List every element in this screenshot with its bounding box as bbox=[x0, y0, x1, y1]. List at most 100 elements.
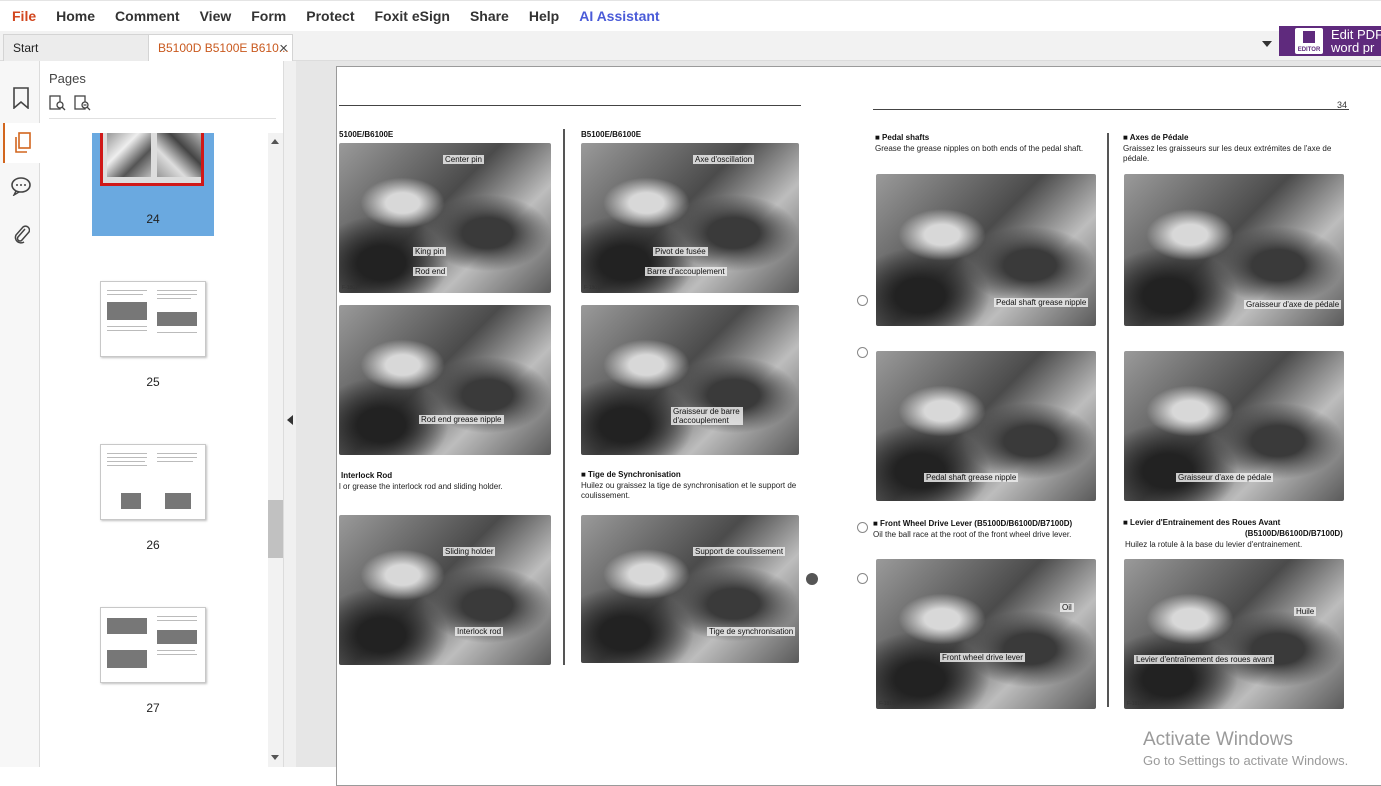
editor-logo-text: EDITOR bbox=[1297, 47, 1321, 53]
photo-pedal-shaft-fr-2: Graisseur d'axe de pédale bbox=[1124, 351, 1344, 501]
menu-form[interactable]: Form bbox=[241, 1, 296, 32]
watermark-subtitle: Go to Settings to activate Windows. bbox=[1143, 753, 1349, 768]
tab-document-label: B5100D B5100E B610... bbox=[158, 41, 289, 55]
menu-home[interactable]: Home bbox=[46, 1, 105, 32]
caption-oil: Oil bbox=[1060, 603, 1074, 612]
bookmark-icon[interactable] bbox=[6, 83, 36, 113]
caption-sliding-holder: Sliding holder bbox=[443, 547, 496, 556]
menu-bar: File Home Comment View Form Protect Foxi… bbox=[0, 0, 1381, 31]
caption-pedal-2: Pedal shaft grease nipple bbox=[924, 473, 1019, 482]
photo-pedal-shaft-fr-1: Graisseur d'axe de pédale bbox=[1124, 174, 1344, 326]
section-heading: 5100E/B6100E bbox=[339, 130, 394, 139]
header-rule bbox=[339, 105, 801, 106]
axes-heading: ■ Axes de Pédale bbox=[1123, 133, 1189, 142]
page-options-icon[interactable] bbox=[49, 95, 66, 111]
axes-body: Graissez les graisseurs sur les deux ext… bbox=[1123, 144, 1332, 163]
photo-fwd-lever-fr: Huile Levier d'entraînement des roues av… bbox=[1124, 559, 1344, 709]
collapse-arrow-icon[interactable] bbox=[287, 415, 293, 425]
menu-file[interactable]: File bbox=[0, 1, 46, 32]
binder-hole bbox=[857, 573, 868, 584]
levier-heading: ■ Levier d'Entrainement des Roues Avant bbox=[1123, 518, 1281, 527]
photo-rod-end-fr: Graisseur de barre d'accouplement bbox=[581, 305, 799, 455]
caption-pedal-1: Pedal shaft grease nipple bbox=[994, 298, 1089, 307]
tab-document[interactable]: B5100D B5100E B610... × bbox=[148, 34, 293, 61]
thumbnail-image bbox=[100, 444, 206, 520]
zoom-thumbnails-icon[interactable] bbox=[74, 95, 91, 111]
caption-huile: Huile bbox=[1294, 607, 1317, 616]
fwd-lever-heading: ■ Front Wheel Drive Lever (B5100D/B6100D… bbox=[873, 519, 1073, 528]
caption-graisseur-1: Graisseur d'axe de pédale bbox=[1244, 300, 1342, 309]
menu-comment[interactable]: Comment bbox=[105, 1, 190, 32]
pages-icon[interactable] bbox=[3, 123, 40, 163]
header-rule bbox=[873, 109, 1349, 110]
close-icon[interactable]: × bbox=[279, 35, 288, 62]
caption-axe-oscillation: Axe d'oscillation bbox=[693, 155, 755, 164]
menu-help[interactable]: Help bbox=[519, 1, 569, 32]
menu-foxit-esign[interactable]: Foxit eSign bbox=[364, 1, 459, 32]
thumbnail-number: 25 bbox=[146, 375, 160, 389]
page-number: 34 bbox=[1337, 100, 1348, 110]
attachment-icon[interactable] bbox=[6, 219, 36, 249]
pedal-body: Grease the grease nipples on both ends o… bbox=[875, 144, 1084, 153]
caption-support: Support de coulissement bbox=[693, 547, 786, 556]
figure-number: F-1816 bbox=[879, 701, 895, 707]
tige-heading: ■ Tige de Synchronisation bbox=[581, 470, 681, 479]
scrollbar-thumb[interactable] bbox=[268, 500, 283, 558]
column-divider bbox=[563, 129, 565, 665]
editor-promo-banner[interactable]: EDITOR Edit PDF word pr bbox=[1279, 26, 1381, 56]
thumbnail-number: 24 bbox=[146, 212, 160, 226]
photo-rod-end: Rod end grease nipple bbox=[339, 305, 551, 455]
column-divider bbox=[1107, 133, 1109, 707]
pedal-heading: ■ Pedal shafts bbox=[875, 133, 930, 142]
menu-share[interactable]: Share bbox=[460, 1, 519, 32]
promo-line-2: word pr bbox=[1331, 40, 1375, 54]
caption-fwd-lever: Front wheel drive lever bbox=[940, 653, 1025, 662]
section-heading: B5100E/B6100E bbox=[581, 130, 642, 139]
interlock-heading: Interlock Rod bbox=[341, 471, 393, 480]
thumbnail-scrollbar[interactable] bbox=[268, 133, 283, 767]
interlock-body: l or grease the interlock rod and slidin… bbox=[339, 482, 503, 491]
tab-start-label: Start bbox=[13, 41, 39, 55]
figure-number: F-1807 bbox=[342, 285, 358, 291]
panel-divider bbox=[49, 118, 276, 119]
thumbnail-number: 27 bbox=[146, 701, 160, 715]
caption-rod-end: Rod end bbox=[413, 267, 448, 276]
levier-heading-models: (B5100D/B6100D/B7100D) bbox=[1245, 529, 1343, 538]
levier-body: Huilez la rotule à la base du levier d'e… bbox=[1125, 540, 1303, 549]
photo-pedal-shaft-1: Pedal shaft grease nipple bbox=[876, 174, 1096, 326]
comments-icon[interactable] bbox=[6, 171, 36, 201]
photo-front-axle-fr: Axe d'oscillation Pivot de fusée Barre d… bbox=[581, 143, 799, 293]
pdf-page: 34 5100E/B6100E B5100E/B6100E Center pin… bbox=[336, 66, 1381, 786]
caption-king-pin: King pin bbox=[413, 247, 446, 256]
tab-list-dropdown-icon[interactable] bbox=[1262, 41, 1272, 47]
panel-collapse-handle[interactable] bbox=[284, 61, 296, 767]
caption-interlock-rod: Interlock rod bbox=[455, 627, 504, 636]
menu-protect[interactable]: Protect bbox=[296, 1, 364, 32]
menu-ai-assistant[interactable]: AI Assistant bbox=[569, 1, 669, 32]
panel-toolbar bbox=[49, 95, 91, 111]
caption-graisseur-barre: Graisseur de barre d'accouplement bbox=[671, 407, 743, 425]
scroll-down-icon[interactable] bbox=[271, 755, 279, 760]
tab-start[interactable]: Start bbox=[3, 34, 149, 61]
caption-graisseur-2: Graisseur d'axe de pédale bbox=[1176, 473, 1274, 482]
menu-view[interactable]: View bbox=[190, 1, 242, 32]
photo-interlock-fr: Support de coulissement Tige de synchron… bbox=[581, 515, 799, 663]
thumbnail-list: 24 25 26 27 bbox=[40, 133, 268, 767]
caption-barre: Barre d'accouplement bbox=[645, 267, 727, 276]
photo-pedal-shaft-2: Pedal shaft grease nipple bbox=[876, 351, 1096, 501]
thumbnail-image bbox=[100, 607, 206, 683]
thumbnail-image bbox=[100, 133, 204, 186]
figure-number: F-1816 bbox=[1127, 701, 1143, 707]
thumbnail-image bbox=[100, 281, 206, 357]
page-mark bbox=[806, 573, 818, 585]
tige-body: Huilez ou graissez la tige de synchronis… bbox=[581, 481, 797, 500]
binder-hole bbox=[857, 347, 868, 358]
photo-fwd-lever: Oil Front wheel drive lever F-1816 bbox=[876, 559, 1096, 709]
document-view[interactable]: 34 5100E/B6100E B5100E/B6100E Center pin… bbox=[296, 61, 1381, 786]
scroll-up-icon[interactable] bbox=[271, 139, 279, 144]
pages-panel: Pages 24 25 26 27 bbox=[40, 61, 284, 767]
caption-rod-end-nipple: Rod end grease nipple bbox=[419, 415, 504, 424]
tab-bar: Start B5100D B5100E B610... × bbox=[0, 31, 1381, 61]
figure-number: F-1807 bbox=[584, 285, 600, 291]
caption-center-pin: Center pin bbox=[443, 155, 484, 164]
